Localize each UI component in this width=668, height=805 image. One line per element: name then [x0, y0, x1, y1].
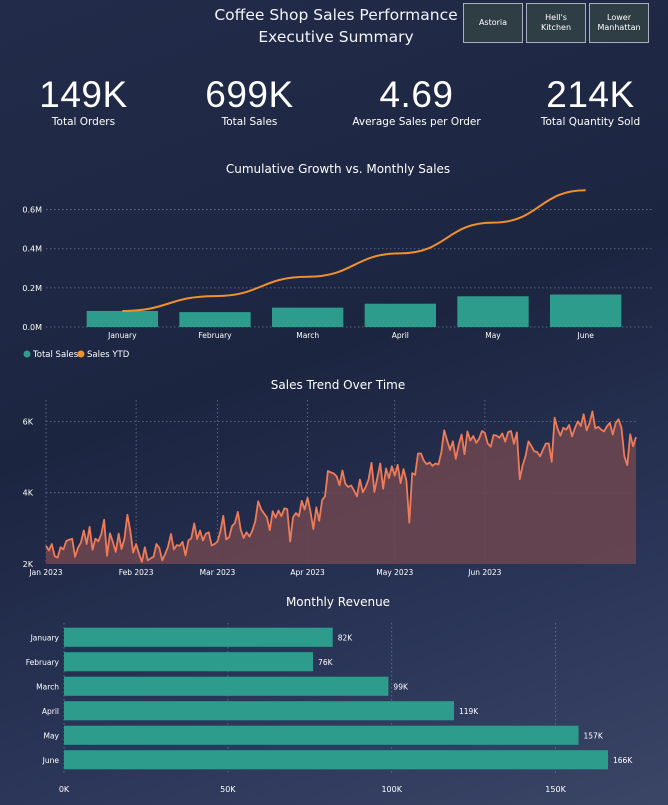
chart1-x-tick-label: April — [392, 331, 409, 340]
chart2-area-fill — [46, 411, 636, 564]
chart3-bar-march — [64, 676, 389, 696]
chart1-legend: Total Sales Sales YTD — [23, 350, 130, 360]
chart1-x-tick-label: June — [576, 331, 594, 340]
chart3-bar-february — [64, 652, 314, 672]
chart1-bar-march — [271, 307, 344, 327]
chart2-title: Sales Trend Over Time — [271, 378, 405, 392]
chart2-y-tick-label: 4K — [23, 489, 34, 498]
chart1-bar-january — [86, 310, 159, 327]
chart3-category-label: January — [30, 633, 60, 642]
chart2-x-tick-label: Jan 2023 — [28, 568, 62, 577]
chart3-x-tick-label: 0K — [59, 785, 70, 794]
legend-marker-sales-ytd — [77, 350, 85, 358]
chart2-x-tick-label: May 2023 — [376, 568, 413, 577]
legend-label-sales-ytd[interactable]: Sales YTD — [87, 350, 130, 360]
chart1-bar-february — [179, 312, 251, 327]
chart3-data-label: 76K — [318, 658, 334, 667]
chart3-data-label: 119K — [459, 707, 479, 716]
chart2-x-tick-label: Feb 2023 — [119, 568, 154, 577]
chart3-category-label: February — [26, 658, 60, 667]
chart1-bar-june — [549, 294, 622, 327]
chart3-bar-april — [64, 701, 454, 721]
chart2-x-tick-label: Jun 2023 — [467, 568, 501, 577]
chart3-category-label: June — [42, 756, 60, 765]
chart3-bar-january — [64, 627, 333, 647]
chart3-data-label: 99K — [393, 682, 409, 691]
chart2-y-tick-label: 2K — [23, 560, 34, 569]
chart1-x-tick-label: May — [485, 331, 501, 340]
chart1-x-tick-label: March — [296, 331, 319, 340]
chart3-bar-may — [64, 725, 579, 745]
chart1-y-tick-label: 0.6M — [22, 206, 42, 215]
chart3-x-tick-label: 50K — [220, 785, 236, 794]
chart1-y-tick-label: 0.4M — [22, 245, 42, 254]
chart3-category-label: April — [42, 707, 59, 716]
chart1-line-sales-ytd — [122, 189, 586, 312]
chart3-x-tick-label: 150K — [545, 785, 566, 794]
chart1-x-tick-label: January — [107, 331, 137, 340]
chart1-x-tick-label: February — [198, 331, 232, 340]
chart3-bar-june — [64, 750, 608, 770]
charts-canvas: Cumulative Growth vs. Monthly Sales Janu… — [22, 162, 652, 794]
chart3-data-label: 157K — [584, 731, 604, 740]
chart2-x-tick-label: Mar 2023 — [200, 568, 236, 577]
chart3-x-tick-label: 100K — [381, 785, 402, 794]
chart1-title: Cumulative Growth vs. Monthly Sales — [226, 162, 450, 176]
chart2-y-tick-label: 6K — [23, 417, 34, 426]
legend-marker-total-sales — [23, 350, 31, 358]
chart3-category-label: May — [43, 731, 59, 740]
chart2-x-tick-label: Apr 2023 — [290, 568, 325, 577]
chart1-y-tick-label: 0.2M — [22, 284, 42, 293]
chart3-data-label: 82K — [338, 633, 354, 642]
chart1-y-tick-label: 0.0M — [22, 323, 42, 332]
chart1-bar-april — [364, 303, 437, 327]
legend-label-total-sales[interactable]: Total Sales — [32, 350, 79, 360]
chart3-data-label: 166K — [613, 756, 633, 765]
chart3-title: Monthly Revenue — [286, 595, 390, 609]
chart1-bar-may — [457, 296, 529, 327]
chart3-category-label: March — [36, 682, 59, 691]
